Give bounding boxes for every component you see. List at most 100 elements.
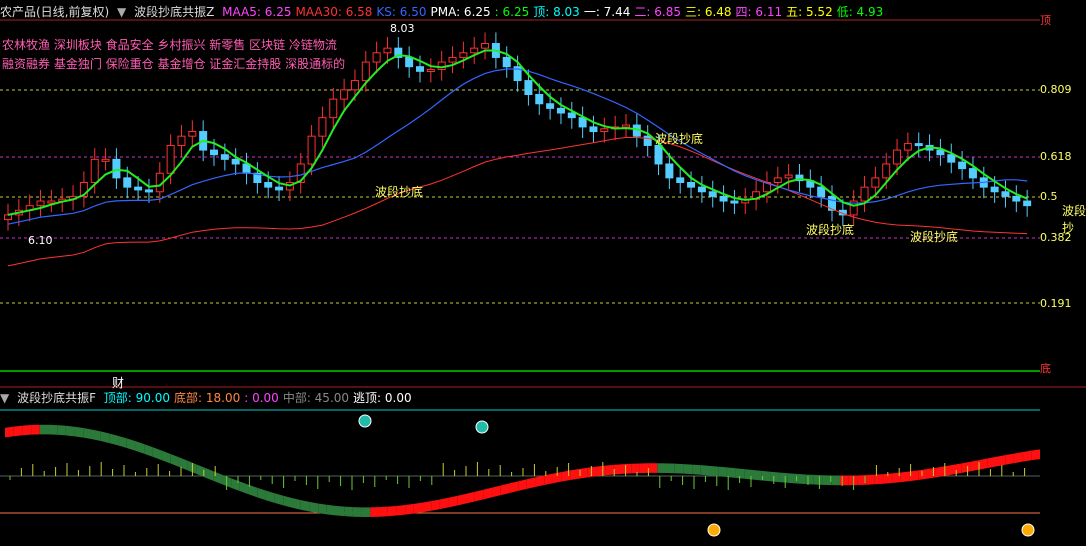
candle-body xyxy=(535,93,544,105)
oscillator-band xyxy=(526,477,536,489)
oscillator-band xyxy=(292,498,301,510)
oscillator-band xyxy=(683,464,693,475)
candle-body xyxy=(936,149,945,156)
oscillator-band xyxy=(752,470,762,481)
candle-body xyxy=(654,144,663,165)
candle-body xyxy=(589,126,598,133)
oscillator-band xyxy=(413,502,423,514)
candle-body xyxy=(882,163,891,179)
candle-body xyxy=(817,186,826,197)
oscillator-band xyxy=(996,455,1006,467)
candle-body xyxy=(177,135,186,146)
oscillator-band xyxy=(987,456,997,469)
candle-body xyxy=(383,47,392,54)
oscillator-band xyxy=(326,504,336,516)
oscillator-band xyxy=(1022,450,1032,462)
oscillator-band xyxy=(39,424,49,435)
candle-body xyxy=(546,103,555,109)
candle-body xyxy=(914,143,923,147)
oscillator-band xyxy=(239,481,249,495)
candle-body xyxy=(426,68,435,72)
oscillator-band xyxy=(474,489,484,502)
oscillator-band xyxy=(631,463,640,474)
oscillator-band xyxy=(448,495,458,508)
candle-body xyxy=(556,107,565,114)
candle-body xyxy=(860,186,869,202)
candle-body xyxy=(36,200,45,207)
oscillator-band xyxy=(1031,449,1040,461)
oscillator-band xyxy=(57,425,66,436)
oscillator-band xyxy=(639,463,649,474)
oscillator-band xyxy=(74,426,84,438)
annotation-4: 波段抄底 xyxy=(910,230,959,244)
candle-body xyxy=(112,158,121,179)
candle-body xyxy=(318,117,327,137)
candle-body xyxy=(166,144,175,174)
candle-body xyxy=(773,177,782,183)
ks-line xyxy=(7,68,1028,225)
oscillator-band xyxy=(839,475,849,486)
oscillator-band xyxy=(205,467,214,481)
candle-body xyxy=(372,52,381,63)
oscillator-band xyxy=(457,493,466,506)
candle-body xyxy=(947,154,956,163)
oscillator-band xyxy=(5,426,14,438)
candle-body xyxy=(220,154,229,160)
fib-0809: 0.809 xyxy=(1040,83,1072,96)
oscillator-band xyxy=(274,493,284,506)
oscillator-band xyxy=(352,507,362,517)
candle-body xyxy=(1001,191,1010,197)
candle-body xyxy=(697,186,706,193)
oscillator-band xyxy=(666,463,675,474)
oscillator-band xyxy=(335,505,345,517)
annotation-3: 波段抄底 xyxy=(806,223,855,237)
candle-body xyxy=(524,80,533,95)
oscillator-band xyxy=(848,475,858,486)
oscillator-band xyxy=(961,461,971,473)
price-chart[interactable] xyxy=(0,0,1086,546)
candle-body xyxy=(144,189,153,193)
candle-body xyxy=(622,124,630,128)
oscillator-band xyxy=(370,507,379,517)
oscillator-band xyxy=(692,464,701,475)
oscillator-band xyxy=(378,506,388,517)
oscillator-band xyxy=(161,450,171,464)
oscillator-band xyxy=(831,475,840,486)
oscillator-band xyxy=(135,441,145,454)
candle-body xyxy=(893,149,902,165)
oscillator-band xyxy=(13,425,23,437)
annotation-2: 波段抄底 xyxy=(655,132,704,146)
oscillator-band xyxy=(422,501,432,513)
oscillator-band xyxy=(178,457,188,471)
low-mark: 6.10 xyxy=(28,234,53,247)
oscillator-band xyxy=(152,447,162,461)
oscillator-band xyxy=(231,478,240,492)
candle-body xyxy=(459,52,468,58)
oscillator-band xyxy=(935,466,945,478)
signal-marker-icon xyxy=(707,523,721,537)
candle-body xyxy=(687,182,696,188)
oscillator-band xyxy=(387,505,397,517)
oscillator-band xyxy=(109,433,119,446)
candle-body xyxy=(340,89,349,100)
cai-label[interactable]: 财 xyxy=(112,374,124,391)
oscillator-band xyxy=(265,490,275,503)
candle-body xyxy=(643,135,652,146)
candle-body xyxy=(405,56,414,68)
oscillator-band xyxy=(22,425,32,436)
oscillator-band xyxy=(126,438,136,451)
oscillator-band xyxy=(770,471,780,483)
candle-body xyxy=(502,56,511,68)
candle-body xyxy=(1023,200,1032,207)
top-label: 顶 xyxy=(1040,14,1051,27)
oscillator-band xyxy=(622,463,632,474)
oscillator-band xyxy=(283,495,293,508)
candle-body xyxy=(101,158,110,162)
oscillator-band xyxy=(796,473,806,485)
oscillator-band xyxy=(144,444,153,457)
candle-body xyxy=(708,191,717,197)
oscillator-band xyxy=(118,435,127,448)
oscillator-band xyxy=(48,424,58,435)
oscillator-band xyxy=(318,503,327,515)
candle-body xyxy=(210,149,218,156)
